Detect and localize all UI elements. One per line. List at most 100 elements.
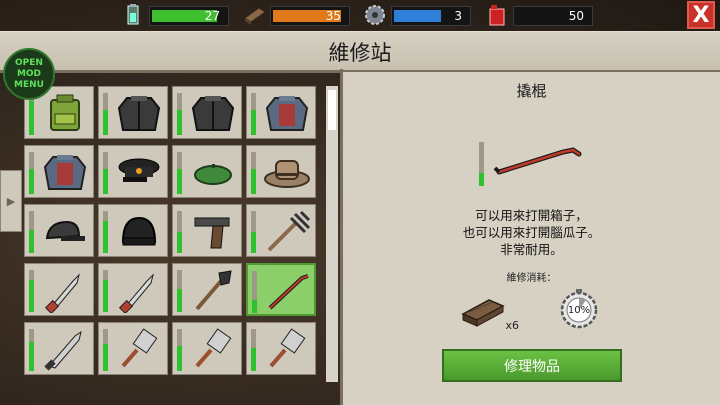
side-drawer-tab[interactable]: ▶ (0, 170, 22, 232)
energy-value: 27 (204, 9, 220, 23)
durability-fill (251, 348, 256, 371)
durability-bar (177, 270, 182, 312)
cap-icon (39, 208, 91, 254)
durability-fill (29, 342, 34, 371)
durability-fill (103, 169, 108, 194)
black-jacket-icon (113, 90, 165, 136)
durability-bar (251, 152, 256, 194)
knife-icon (39, 267, 91, 315)
item-slot[interactable] (246, 145, 316, 198)
item-slot[interactable] (246, 86, 316, 139)
description-line-1: 可以用來打開箱子， (475, 208, 588, 223)
item-slot[interactable] (246, 263, 316, 316)
gas-can-icon (486, 4, 508, 26)
item-slot[interactable] (98, 322, 168, 375)
plank-icon (243, 4, 266, 26)
durability-bar (177, 211, 182, 253)
durability-bar (29, 211, 34, 253)
durability-fill (103, 344, 108, 371)
pistol-icon (187, 208, 239, 254)
item-slot[interactable] (172, 86, 242, 139)
durability-fill (251, 169, 256, 194)
cost-wood: x6 (461, 292, 519, 332)
durability-fill (177, 110, 182, 135)
wood-meter: 35 (270, 6, 350, 26)
durability-bar (177, 329, 182, 371)
black-jacket-icon (187, 90, 239, 136)
cost-gear-percent: 10% (567, 305, 591, 316)
cowboy-hat-icon (261, 149, 313, 195)
cleaver-icon (187, 326, 239, 372)
durability-fill (177, 169, 182, 194)
durability-fill (29, 169, 34, 194)
open-mod-menu-button[interactable]: OPEN MOD MENU (3, 48, 55, 100)
page-title: 維修站 (328, 41, 392, 65)
item-slot[interactable] (98, 86, 168, 139)
title-bar: 維修站 (0, 31, 720, 73)
durability-bar (29, 152, 34, 194)
description-line-3: 非常耐用。 (500, 242, 563, 257)
item-slot[interactable] (172, 263, 242, 316)
durability-bar (251, 329, 256, 371)
item-slot[interactable] (98, 204, 168, 257)
mod-menu-line1: OPEN (15, 57, 43, 68)
fuel-meter: 50 (513, 6, 593, 26)
energy-resource: 27 (122, 4, 230, 26)
item-slot[interactable] (172, 204, 242, 257)
item-slot[interactable] (246, 322, 316, 375)
knife-icon (113, 267, 165, 315)
durability-bar (177, 93, 182, 135)
item-detail-panel: 撬棍 可以用來打開箱子， 也可以用來打開腦瓜子。 非常耐用。 維修消耗： x6 (343, 72, 720, 405)
durability-fill (251, 110, 256, 135)
durability-fill (177, 232, 182, 253)
item-slot[interactable] (24, 145, 94, 198)
item-name: 撬棍 (516, 82, 547, 100)
item-slot[interactable] (24, 263, 94, 316)
repair-item-button[interactable]: 修理物品 (442, 349, 622, 382)
arrow-right-icon: ▶ (6, 194, 16, 208)
item-slot[interactable] (24, 322, 94, 375)
item-slot[interactable] (98, 263, 168, 316)
durability-fill (29, 280, 34, 312)
item-durability-bar (479, 142, 484, 186)
plank-icon (461, 299, 505, 327)
item-description: 可以用來打開箱子， 也可以用來打開腦瓜子。 非常耐用。 (343, 207, 720, 258)
durability-bar (103, 152, 108, 194)
red-jacket-icon (261, 90, 313, 136)
item-slot[interactable] (246, 204, 316, 257)
fuel-resource: 50 (486, 4, 594, 26)
cleaver-icon (113, 326, 165, 372)
wood-value: 35 (325, 9, 341, 23)
scrollbar-thumb[interactable] (328, 90, 336, 130)
wood-resource: 35 (243, 4, 351, 26)
item-slot[interactable] (98, 145, 168, 198)
beanie-icon (113, 208, 165, 254)
durability-bar (251, 211, 256, 253)
metal-resource: 3 (364, 4, 472, 26)
backpack-icon (39, 90, 91, 136)
durability-bar (29, 329, 34, 371)
durability-bar (103, 211, 108, 253)
durability-fill (103, 221, 108, 253)
durability-bar (177, 152, 182, 194)
durability-bar (103, 93, 108, 135)
item-grid-scrollbar[interactable] (326, 86, 338, 382)
durability-fill (103, 110, 108, 135)
mod-menu-line2: MOD MENU (14, 68, 44, 90)
metal-meter: 3 (391, 6, 471, 26)
item-slot[interactable] (24, 204, 94, 257)
cleaver-icon (261, 326, 313, 372)
cost-wood-count: x6 (505, 319, 519, 332)
close-button[interactable]: X (687, 1, 715, 29)
item-slot[interactable] (172, 322, 242, 375)
durability-fill (177, 289, 182, 312)
resource-bar: 27 35 3 50 X (0, 0, 720, 30)
gear-icon (364, 4, 386, 26)
cost-gear: 10% (558, 287, 600, 331)
metal-value: 3 (454, 9, 462, 23)
item-slot[interactable] (172, 145, 242, 198)
durability-fill (29, 101, 34, 135)
repair-cost-label: 維修消耗： (506, 273, 557, 284)
durability-bar (103, 329, 108, 371)
durability-fill (177, 346, 182, 371)
